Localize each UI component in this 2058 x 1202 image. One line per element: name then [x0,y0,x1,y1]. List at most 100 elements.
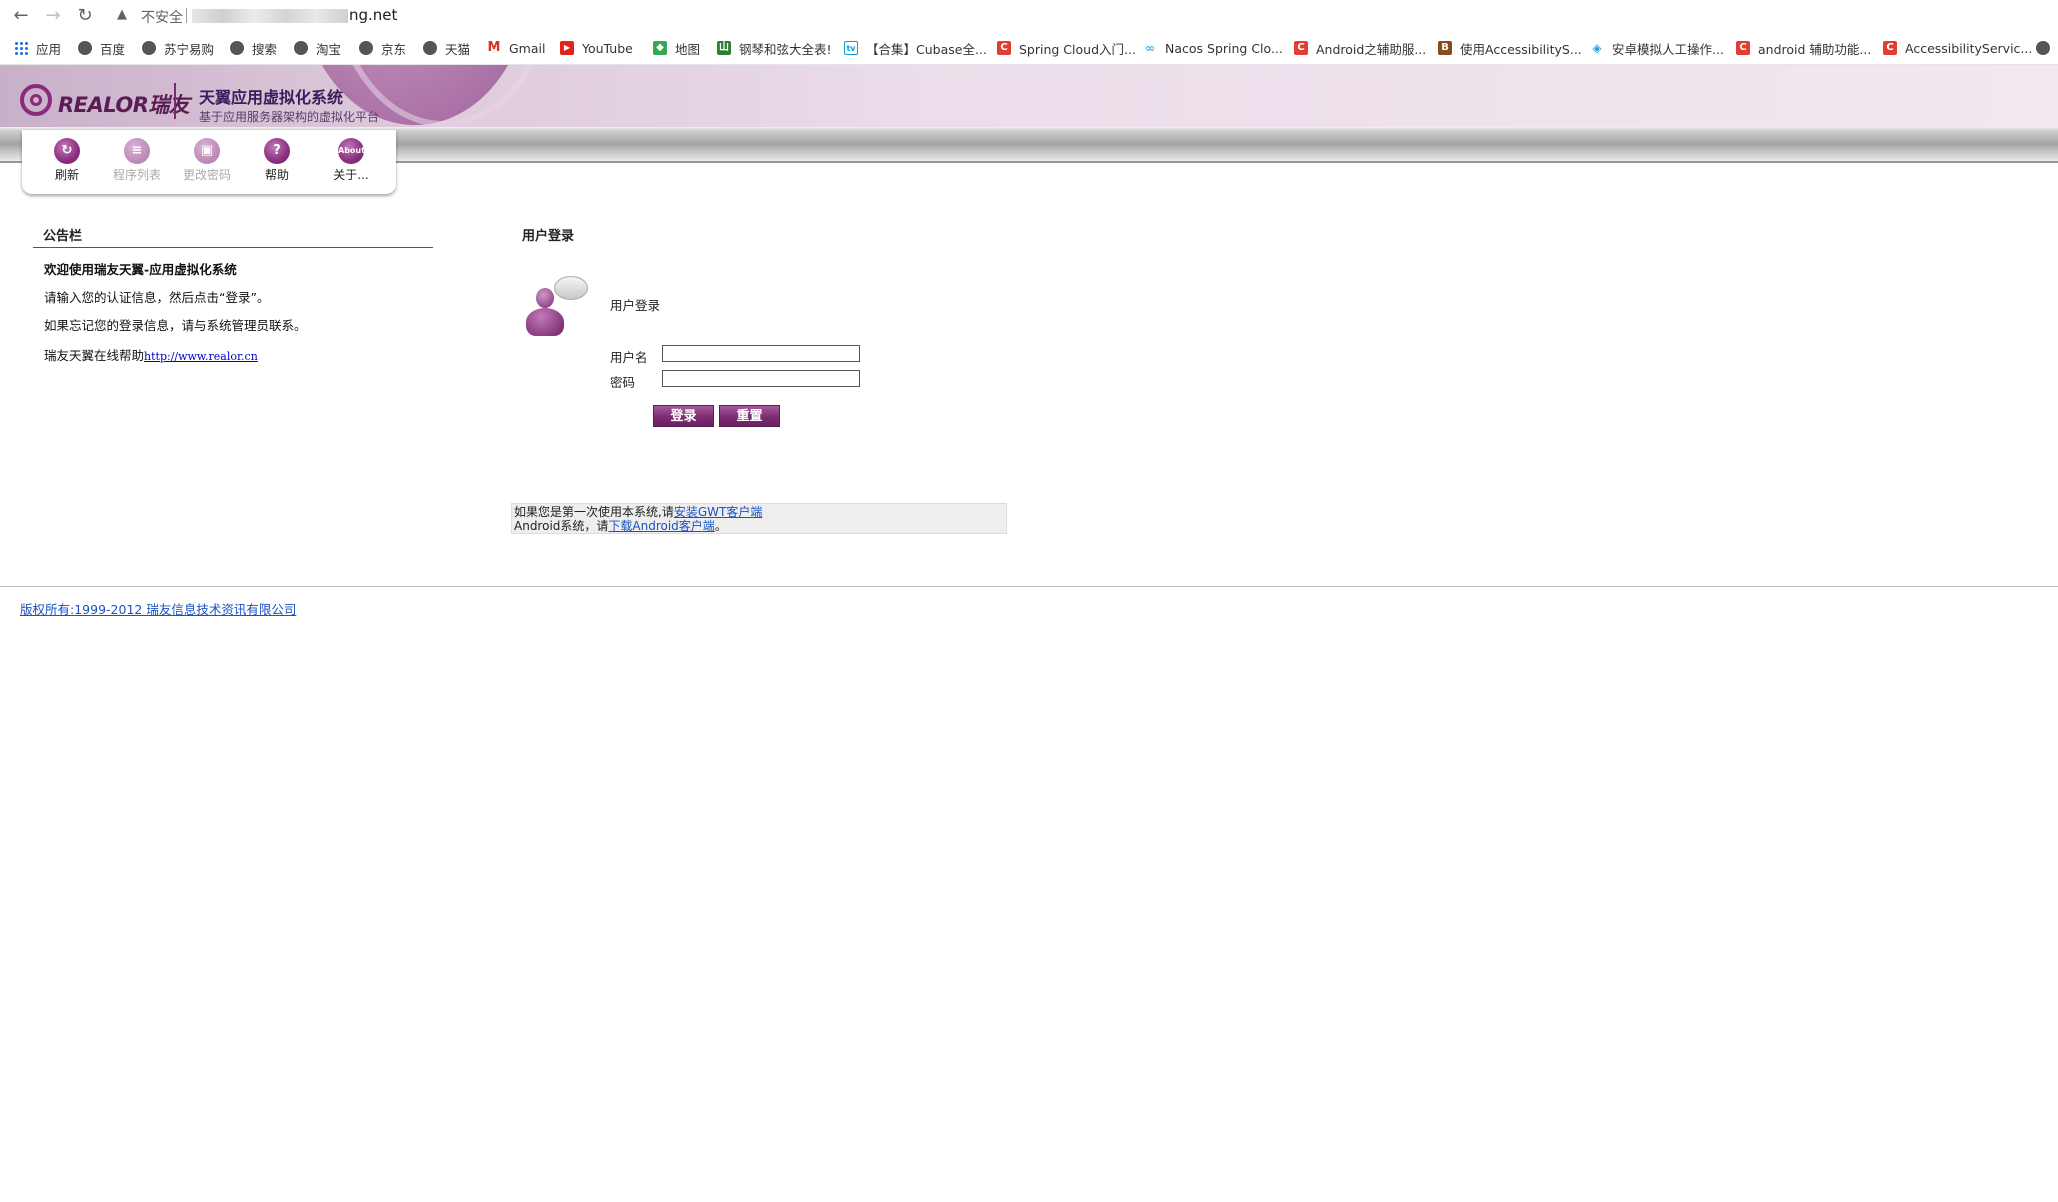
bookmark-label: 百度 [100,41,126,57]
notice-line: 请输入您的认证信息，然后点击“登录”。 [44,290,270,305]
speech-bubble-icon [554,276,588,300]
globe-icon [294,41,308,55]
maps-icon: ◆ [653,41,667,55]
bookmark-item[interactable]: M Gmail [487,40,545,56]
bilibili-icon: tv [844,41,858,55]
android-suffix: 。 [714,519,727,533]
globe-icon [423,41,437,55]
bookmark-label: 地图 [675,41,701,57]
bookmark-item[interactable]: 天猫 [423,40,470,57]
install-gwt-link[interactable]: 安装GWT客户端 [674,505,763,519]
bookmark-label: android 辅助功能... [1758,41,1872,57]
help-icon: ? [264,138,290,164]
change-password-button[interactable]: ▣ 更改密码 [177,138,237,183]
bookmark-label: 苏宁易购 [164,41,215,57]
csdn-icon: C [1883,41,1897,55]
apps-grid-icon [14,41,28,55]
program-list-label: 程序列表 [112,168,161,182]
jb-icon: B [1438,41,1452,55]
bookmark-item[interactable]: ▶ YouTube [560,40,633,56]
warning-triangle-icon[interactable]: ▲ [117,7,133,23]
bookmark-item[interactable]: ◆ 地图 [653,40,701,57]
refresh-button[interactable]: ↻ 刷新 [37,138,97,183]
url-text[interactable]: ng.net [349,6,397,24]
bookmark-overflow[interactable] [2036,40,2050,56]
login-button[interactable]: 登录 [653,405,714,427]
url-redacted[interactable] [192,9,348,23]
about-label: 关于... [333,168,369,182]
bookmark-label: 搜索 [252,41,278,57]
globe-icon [142,41,156,55]
reset-button[interactable]: 重置 [719,405,780,427]
copyright-link[interactable]: 版权所有:1999-2012 瑞友信息技术资讯有限公司 [20,599,296,618]
help-link[interactable]: http://www.realor.cn [144,350,258,363]
help-button[interactable]: ? 帮助 [247,138,307,183]
diamond-icon: ◈ [1590,41,1604,55]
about-button[interactable]: About 关于... [321,138,381,183]
bookmark-item[interactable]: 淘宝 [294,40,342,57]
bookmark-item[interactable]: 京东 [359,40,406,57]
list-icon: ≡ [124,138,150,164]
bookmark-label: AccessibilityServic... [1905,40,2033,56]
bookmark-apps[interactable]: 应用 [14,40,62,57]
bookmark-label: 使用AccessibilityS... [1460,41,1582,57]
bookmark-label: Gmail [509,40,546,56]
youtube-icon: ▶ [560,41,574,55]
csdn-icon: C [997,41,1011,55]
user-body [526,308,564,336]
bookmark-item[interactable]: ∞ Nacos Spring Clo... [1143,40,1283,56]
change-password-label: 更改密码 [182,168,231,182]
app-title: 天翼应用虚拟化系统 [199,88,344,107]
client-download-box: 如果您是第一次使用本系统,请安装GWT客户端 Android系统，请下载Andr… [511,503,1007,534]
bookmark-item[interactable]: Candroid 辅助功能... [1736,40,1872,57]
bookmark-label: 淘宝 [316,41,342,57]
back-arrow-icon[interactable]: ← [10,5,32,27]
reload-icon[interactable]: ↻ [74,5,96,27]
bookmark-label: Android之辅助服... [1316,41,1427,57]
about-icon: About [338,138,365,164]
password-input[interactable] [662,370,860,387]
bookmark-label: Nacos Spring Clo... [1165,40,1283,56]
bookmark-label: 应用 [36,41,62,57]
bookmark-label: 安卓模拟人工操作... [1612,41,1724,57]
bookmark-item[interactable]: C Spring Cloud入门... [997,40,1136,57]
globe-icon [2036,41,2050,55]
login-subheading: 用户登录 [610,298,661,313]
globe-icon [230,41,244,55]
forward-arrow-icon[interactable]: → [42,5,64,27]
site-icon: 山 [717,41,731,55]
lock-icon: ▣ [194,138,220,164]
username-input[interactable] [662,345,860,362]
bookmark-item[interactable]: 苏宁易购 [142,40,215,57]
bookmark-label: YouTube [582,40,633,56]
bookmark-item[interactable]: 山钢琴和弦大全表! [717,40,832,57]
program-list-button[interactable]: ≡ 程序列表 [107,138,167,183]
bookmarks-bar: 应用 百度 苏宁易购 搜索 淘宝 京东 天猫 M Gmail ▶ YouTube ◆… [0,32,2058,65]
globe-icon [359,41,373,55]
user-head [536,288,554,308]
insecure-label[interactable]: 不安全 [141,7,183,27]
logo-text: REALOR瑞友 [58,93,190,117]
download-android-link[interactable]: 下载Android客户端 [608,519,714,533]
bookmark-label: 钢琴和弦大全表! [739,41,832,57]
bookmark-item[interactable]: 百度 [78,40,126,57]
password-label: 密码 [610,375,636,390]
bookmark-item[interactable]: C AccessibilityServic... [1883,40,2032,56]
username-label: 用户名 [610,350,648,365]
login-heading: 用户登录 [522,229,575,244]
gwt-client-line: 如果您是第一次使用本系统,请安装GWT客户端 [514,505,1004,519]
notice-line: 如果忘记您的登录信息，请与系统管理员联系。 [44,318,307,333]
user-avatar-icon [524,276,588,338]
bookmark-item[interactable]: B 使用AccessibilityS... [1438,40,1582,57]
bookmark-item[interactable]: ◈ 安卓模拟人工操作... [1590,40,1724,57]
bookmark-item[interactable]: tv 【合集】Cubase全... [844,40,987,57]
realor-logo-icon [20,84,52,116]
gmail-icon: M [487,40,501,55]
bookmark-label: Spring Cloud入门... [1019,41,1136,57]
logo-divider [174,83,176,119]
bookmark-item[interactable]: C Android之辅助服... [1294,40,1427,57]
nacos-icon: ∞ [1143,41,1157,55]
bookmark-item[interactable]: 搜索 [230,40,278,57]
android-prefix: Android系统，请 [514,519,609,533]
bookmark-label: 【合集】Cubase全... [866,41,987,57]
